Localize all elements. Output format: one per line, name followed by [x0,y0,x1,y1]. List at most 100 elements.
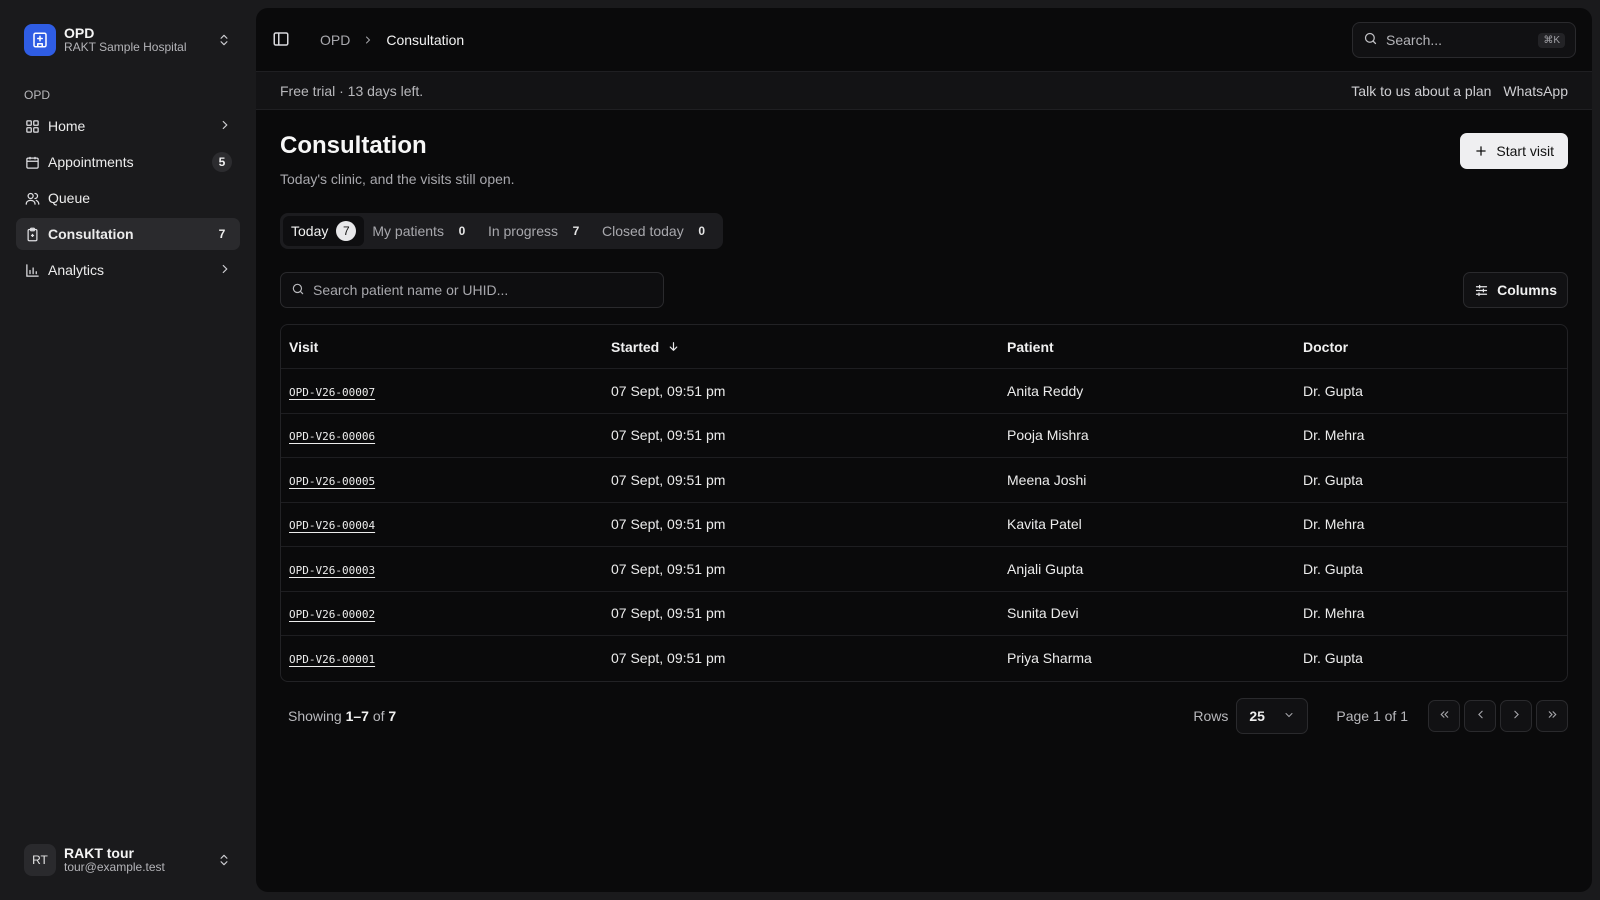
doctor-cell: Dr. Gupta [1303,382,1363,399]
started-cell: 07 Sept, 09:51 pm [611,427,726,444]
sidebar-item-label: Queue [48,190,91,206]
visit-id-link[interactable]: OPD-V26-00006 [289,430,375,443]
visit-id-link[interactable]: OPD-V26-00007 [289,386,375,399]
global-search[interactable]: Search... ⌘K [1352,22,1576,58]
plan-link[interactable]: Talk to us about a plan [1351,83,1491,99]
chevron-down-icon [1283,708,1295,724]
sidebar-item-appointments[interactable]: Appointments 5 [16,146,240,178]
table-row[interactable]: OPD-V26-00004 07 Sept, 09:51 pm Kavita P… [281,503,1567,547]
patient-search-field[interactable] [280,272,664,308]
columns-button[interactable]: Columns [1463,272,1568,308]
started-cell: 07 Sept, 09:51 pm [611,471,726,488]
doctor-cell: Dr. Mehra [1303,516,1365,533]
org-switcher[interactable]: OPD RAKT Sample Hospital [16,16,240,64]
sidebar-item-label: Analytics [48,262,105,278]
sidebar-item-analytics[interactable]: Analytics [16,254,240,286]
grid-icon [24,118,40,134]
arrow-down-icon [667,340,680,353]
visit-id-link[interactable]: OPD-V26-00001 [289,653,375,666]
tab-label: My patients [372,223,444,239]
appointments-count-badge: 5 [212,152,232,172]
sidebar-item-label: Appointments [48,154,134,170]
started-cell: 07 Sept, 09:51 pm [611,605,726,622]
first-page-button[interactable] [1428,700,1460,732]
search-icon [1363,31,1378,49]
table-header-row: Visit Started Patient Doctor [281,325,1567,369]
tab-count: 7 [572,224,580,238]
sidebar-item-label: Consultation [48,226,134,242]
table-row[interactable]: OPD-V26-00006 07 Sept, 09:51 pm Pooja Mi… [281,414,1567,458]
page-title: Consultation [280,132,427,159]
previous-page-button[interactable] [1464,700,1496,732]
whatsapp-link[interactable]: WhatsApp [1503,83,1568,99]
chevrons-left-icon [1438,708,1451,724]
column-header-started[interactable]: Started [603,339,999,355]
trial-banner: Free trial · 13 days left. Talk to us ab… [256,72,1592,110]
chevron-left-icon [1474,708,1487,724]
next-page-button[interactable] [1500,700,1532,732]
patient-cell: Sunita Devi [1007,605,1079,622]
table-row[interactable]: OPD-V26-00007 07 Sept, 09:51 pm Anita Re… [281,369,1567,414]
breadcrumb-current: Consultation [386,32,465,48]
patient-cell: Pooja Mishra [1007,427,1089,444]
rows-value: 25 [1249,708,1265,724]
showing-range: 1–7 [345,708,369,724]
breadcrumb-opd[interactable]: OPD [320,32,350,48]
chevron-right-icon [218,118,232,135]
chevrons-up-down-icon [216,852,232,868]
start-visit-button[interactable]: Start visit [1460,133,1568,169]
chevrons-up-down-icon [216,32,232,48]
user-name: RAKT tour [64,845,134,862]
bar-chart-icon [24,262,40,278]
users-icon [24,190,40,206]
sidebar-toggle-icon[interactable] [272,30,292,50]
sidebar-item-label: Home [48,118,86,134]
patient-cell: Meena Joshi [1007,471,1087,488]
started-cell: 07 Sept, 09:51 pm [611,516,726,533]
filter-tabs: Today 7 My patients 0 In progress 7 Clos… [280,213,723,249]
user-switcher[interactable]: RT RAKT tour tour@example.test [16,836,240,884]
search-icon [291,282,305,299]
visit-id-link[interactable]: OPD-V26-00003 [289,564,375,577]
tab-my-patients[interactable]: My patients 0 [364,216,480,246]
doctor-cell: Dr. Gupta [1303,650,1363,667]
visit-id-link[interactable]: OPD-V26-00002 [289,608,375,621]
sidebar-item-consultation[interactable]: Consultation 7 [16,218,240,250]
tab-today[interactable]: Today 7 [283,216,365,246]
visit-id-link[interactable]: OPD-V26-00005 [289,475,375,488]
tab-closed-today[interactable]: Closed today 0 [594,216,720,246]
avatar: RT [24,844,56,876]
visit-id-link[interactable]: OPD-V26-00004 [289,519,375,532]
table-row[interactable]: OPD-V26-00005 07 Sept, 09:51 pm Meena Jo… [281,458,1567,503]
main-panel: OPD Consultation Search... ⌘K Free trial… [256,8,1592,892]
global-search-placeholder: Search... [1386,32,1443,48]
sliders-icon [1474,283,1489,298]
table-row[interactable]: OPD-V26-00001 07 Sept, 09:51 pm Priya Sh… [281,636,1567,681]
sidebar: OPD RAKT Sample Hospital OPD Home Appoin… [0,0,256,900]
tab-in-progress[interactable]: In progress 7 [480,216,594,246]
showing-total: 7 [388,708,397,724]
sidebar-item-queue[interactable]: Queue [16,182,240,214]
columns-label: Columns [1497,282,1557,298]
patient-cell: Anita Reddy [1007,382,1084,399]
breadcrumb: OPD Consultation [320,8,464,72]
start-visit-label: Start visit [1496,143,1554,159]
page-subtitle: Today's clinic, and the visits still ope… [280,171,515,187]
tab-label: In progress [487,223,558,239]
sidebar-nav: Home Appointments 5 Queue Consultation 7 [16,110,240,290]
column-header-doctor: Doctor [1303,338,1349,355]
patient-search-input[interactable] [313,282,653,298]
consultation-count-badge: 7 [218,227,226,241]
started-cell: 07 Sept, 09:51 pm [611,560,726,577]
last-page-button[interactable] [1536,700,1568,732]
table-row[interactable]: OPD-V26-00002 07 Sept, 09:51 pm Sunita D… [281,592,1567,636]
chevrons-right-icon [1546,708,1559,724]
clipboard-icon [24,226,40,242]
patient-cell: Priya Sharma [1007,650,1092,667]
sidebar-item-home[interactable]: Home [16,110,240,142]
rows-per-page-select[interactable]: 25 [1236,698,1309,734]
table-row[interactable]: OPD-V26-00003 07 Sept, 09:51 pm Anjali G… [281,547,1567,592]
started-cell: 07 Sept, 09:51 pm [611,650,726,667]
tab-label: Closed today [602,223,684,239]
column-header-visit: Visit [289,338,319,355]
